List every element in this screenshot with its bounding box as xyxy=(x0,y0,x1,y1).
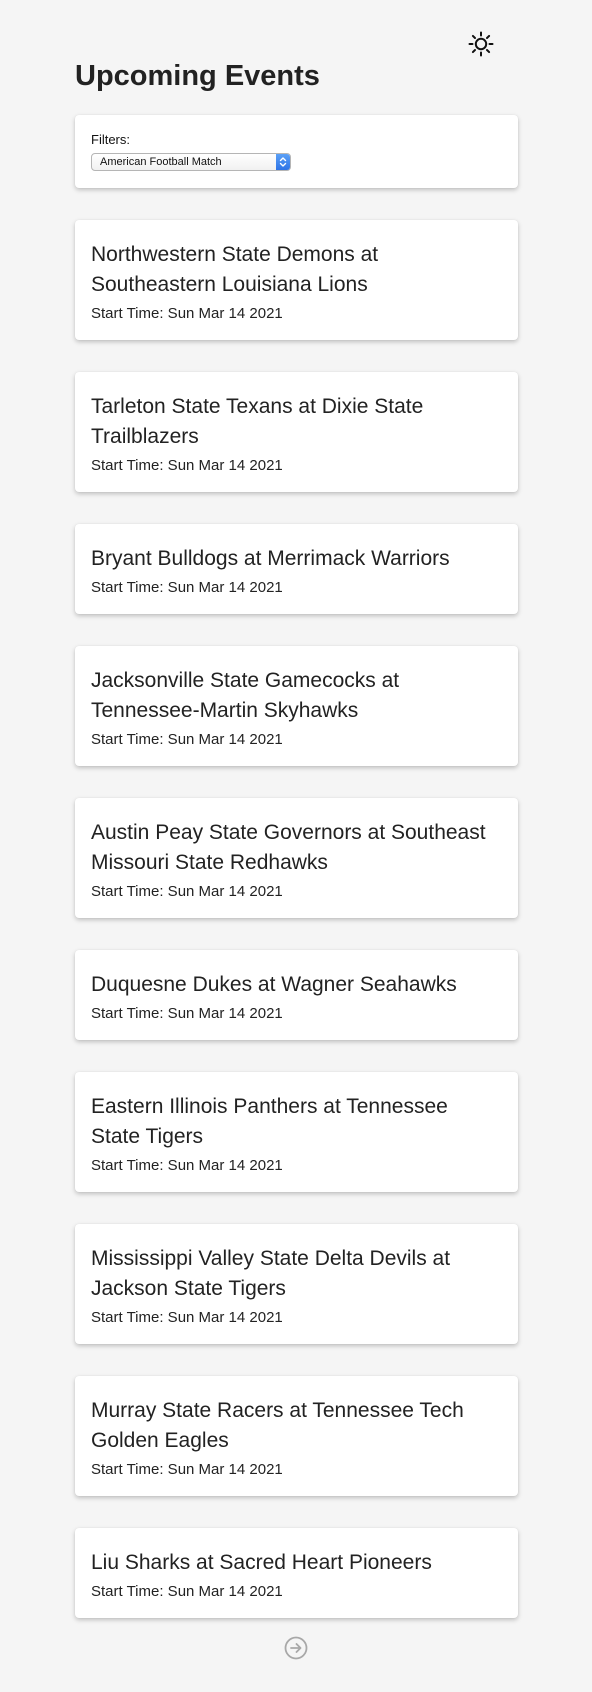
event-title: Austin Peay State Governors at Southeast… xyxy=(91,821,486,874)
event-start-time: Start Time: Sun Mar 14 2021 xyxy=(91,1309,283,1326)
event-title: Tarleton State Texans at Dixie State Tra… xyxy=(91,395,424,448)
event-card[interactable]: Jacksonville State Gamecocks at Tennesse… xyxy=(75,646,518,766)
event-type-select[interactable]: American Football Match xyxy=(91,153,291,171)
event-card[interactable]: Austin Peay State Governors at Southeast… xyxy=(75,798,518,918)
event-card[interactable]: Liu Sharks at Sacred Heart Pioneers Star… xyxy=(75,1528,518,1618)
main-content: Upcoming Events Filters: American Footba… xyxy=(75,57,518,1650)
event-start-time: Start Time: Sun Mar 14 2021 xyxy=(91,457,283,474)
event-card[interactable]: Mississippi Valley State Delta Devils at… xyxy=(75,1224,518,1344)
next-page-button[interactable] xyxy=(284,1636,308,1660)
event-start-time: Start Time: Sun Mar 14 2021 xyxy=(91,883,283,900)
event-title: Eastern Illinois Panthers at Tennessee S… xyxy=(91,1095,448,1148)
event-title: Bryant Bulldogs at Merrimack Warriors xyxy=(91,547,450,570)
event-start-time: Start Time: Sun Mar 14 2021 xyxy=(91,1461,283,1478)
event-title: Mississippi Valley State Delta Devils at… xyxy=(91,1247,451,1300)
event-title: Duquesne Dukes at Wagner Seahawks xyxy=(91,973,457,996)
event-card[interactable]: Eastern Illinois Panthers at Tennessee S… xyxy=(75,1072,518,1192)
event-list: Northwestern State Demons at Southeaster… xyxy=(75,220,518,1618)
filters-panel: Filters: American Football Match xyxy=(75,115,518,188)
theme-toggle-button[interactable] xyxy=(466,29,496,59)
event-start-time: Start Time: Sun Mar 14 2021 xyxy=(91,1157,283,1174)
event-title: Murray State Racers at Tennessee Tech Go… xyxy=(91,1399,464,1452)
event-card[interactable]: Bryant Bulldogs at Merrimack Warriors St… xyxy=(75,524,518,614)
event-start-time: Start Time: Sun Mar 14 2021 xyxy=(91,1005,283,1022)
select-chevrons-icon xyxy=(276,154,290,170)
event-card[interactable]: Northwestern State Demons at Southeaster… xyxy=(75,220,518,340)
event-start-time: Start Time: Sun Mar 14 2021 xyxy=(91,1583,283,1600)
event-start-time: Start Time: Sun Mar 14 2021 xyxy=(91,305,283,322)
event-type-select-value: American Football Match xyxy=(100,156,222,168)
event-card[interactable]: Murray State Racers at Tennessee Tech Go… xyxy=(75,1376,518,1496)
arrow-right-circle-icon xyxy=(284,1636,308,1660)
event-title: Liu Sharks at Sacred Heart Pioneers xyxy=(91,1551,432,1574)
event-title: Northwestern State Demons at Southeaster… xyxy=(91,243,379,296)
event-title: Jacksonville State Gamecocks at Tennesse… xyxy=(91,669,400,722)
page-title: Upcoming Events xyxy=(75,60,320,92)
filters-label: Filters: xyxy=(91,132,130,147)
event-start-time: Start Time: Sun Mar 14 2021 xyxy=(91,579,283,596)
sun-icon xyxy=(468,31,494,57)
event-card[interactable]: Tarleton State Texans at Dixie State Tra… xyxy=(75,372,518,492)
event-card[interactable]: Duquesne Dukes at Wagner Seahawks Start … xyxy=(75,950,518,1040)
event-start-time: Start Time: Sun Mar 14 2021 xyxy=(91,731,283,748)
